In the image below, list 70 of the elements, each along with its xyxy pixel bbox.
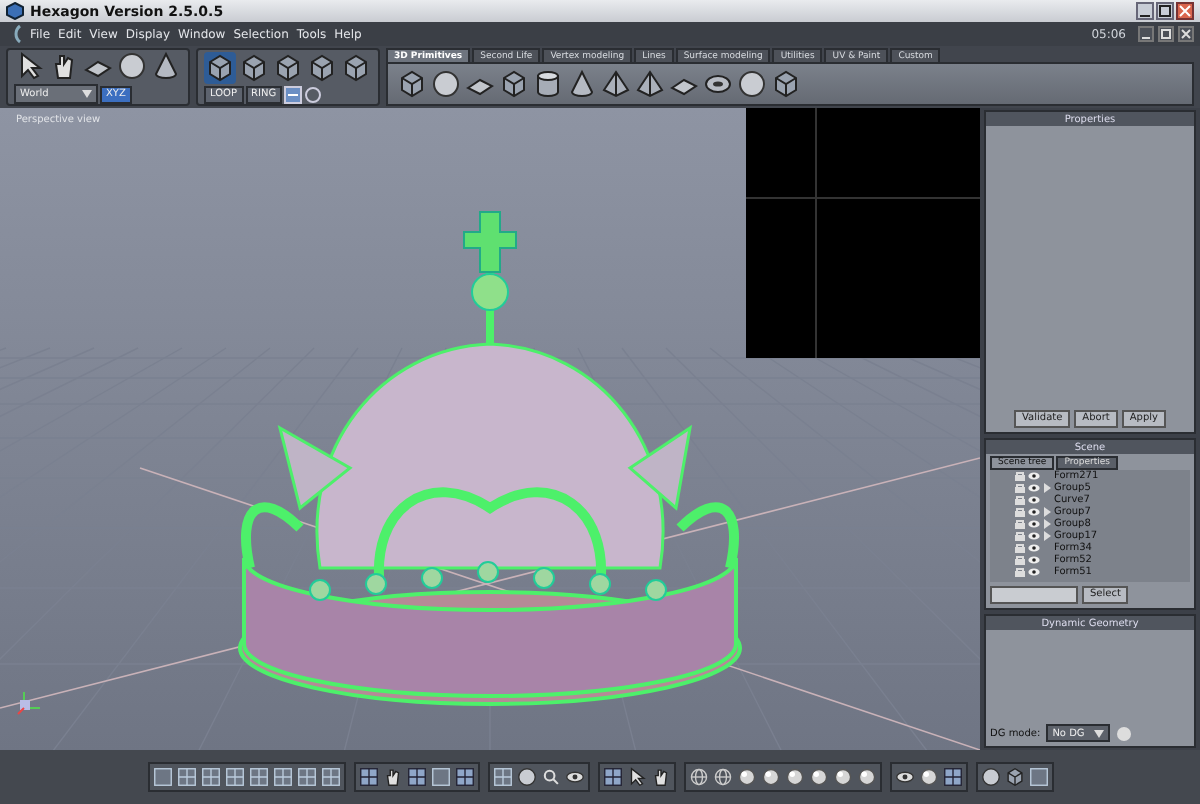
visibility-icon[interactable]: [1028, 542, 1040, 554]
search-field[interactable]: [990, 586, 1078, 604]
cone-icon[interactable]: [566, 68, 598, 100]
close-icon[interactable]: [1176, 2, 1194, 20]
visibility-icon[interactable]: [1028, 554, 1040, 566]
cube-icon[interactable]: [238, 51, 270, 83]
search-icon[interactable]: [539, 766, 561, 788]
grid-icon[interactable]: [357, 766, 379, 788]
maximize-icon[interactable]: [1156, 2, 1174, 20]
hand-icon[interactable]: [649, 766, 671, 788]
shaded-sphere-icon[interactable]: [855, 766, 877, 788]
shaded-sphere-icon[interactable]: [759, 766, 781, 788]
restore-icon[interactable]: [1158, 26, 1174, 42]
eye-icon[interactable]: [563, 766, 585, 788]
layout-icon[interactable]: [151, 766, 173, 788]
cube-icon[interactable]: [1003, 766, 1025, 788]
shaded-sphere-icon[interactable]: [783, 766, 805, 788]
split-layout-icon[interactable]: [295, 766, 317, 788]
sphere-icon[interactable]: [979, 766, 1001, 788]
layout-icon[interactable]: [429, 766, 451, 788]
visibility-icon[interactable]: [1028, 470, 1040, 482]
shaded-sphere-icon[interactable]: [735, 766, 757, 788]
cube-icon[interactable]: [272, 51, 304, 83]
grid-icon[interactable]: [453, 766, 475, 788]
eye-icon[interactable]: [893, 766, 915, 788]
hand-icon[interactable]: [381, 766, 403, 788]
split-layout-icon[interactable]: [175, 766, 197, 788]
wire-sphere-icon[interactable]: [687, 766, 709, 788]
caret-icon: [1094, 729, 1105, 737]
shaded-sphere-icon[interactable]: [917, 766, 939, 788]
cube-icon[interactable]: [498, 68, 530, 100]
cube-icon[interactable]: [204, 51, 236, 83]
wire-sphere-icon[interactable]: [711, 766, 733, 788]
close-icon[interactable]: [1178, 26, 1194, 42]
minimize-icon[interactable]: [1136, 2, 1154, 20]
visibility-icon[interactable]: [1028, 482, 1040, 494]
grid-icon[interactable]: [941, 766, 963, 788]
cube-icon[interactable]: [770, 68, 802, 100]
sphere-icon[interactable]: [430, 68, 462, 100]
split-layout-icon[interactable]: [199, 766, 221, 788]
visibility-icon[interactable]: [1028, 566, 1040, 578]
sphere-icon[interactable]: [515, 766, 537, 788]
shaded-sphere-icon[interactable]: [807, 766, 829, 788]
visibility-icon[interactable]: [1028, 518, 1040, 530]
minimize-icon[interactable]: [1138, 26, 1154, 42]
split-layout-icon[interactable]: [491, 766, 513, 788]
cylinder-icon[interactable]: [532, 68, 564, 100]
grid-icon[interactable]: [601, 766, 623, 788]
sphere-icon[interactable]: [116, 50, 148, 82]
split-layout-icon[interactable]: [247, 766, 269, 788]
caret-icon: [82, 90, 92, 98]
axis-gizmo-icon: [16, 688, 44, 716]
cone-icon[interactable]: [150, 50, 182, 82]
cube-icon[interactable]: [396, 68, 428, 100]
circle-icon[interactable]: [304, 85, 323, 103]
split-layout-icon[interactable]: [319, 766, 341, 788]
split-layout-icon[interactable]: [271, 766, 293, 788]
visibility-icon[interactable]: [1028, 494, 1040, 506]
layout-icon[interactable]: [1027, 766, 1049, 788]
visibility-icon[interactable]: [1028, 530, 1040, 542]
grid-icon[interactable]: [405, 766, 427, 788]
visibility-icon[interactable]: [1028, 506, 1040, 518]
cube-icon[interactable]: [306, 51, 338, 83]
split-layout-icon[interactable]: [223, 766, 245, 788]
pyramid-icon[interactable]: [600, 68, 632, 100]
pyramid-icon[interactable]: [634, 68, 666, 100]
pointer-icon[interactable]: [625, 766, 647, 788]
sphere-icon[interactable]: [736, 68, 768, 100]
shaded-sphere-icon[interactable]: [831, 766, 853, 788]
cube-icon[interactable]: [340, 51, 372, 83]
